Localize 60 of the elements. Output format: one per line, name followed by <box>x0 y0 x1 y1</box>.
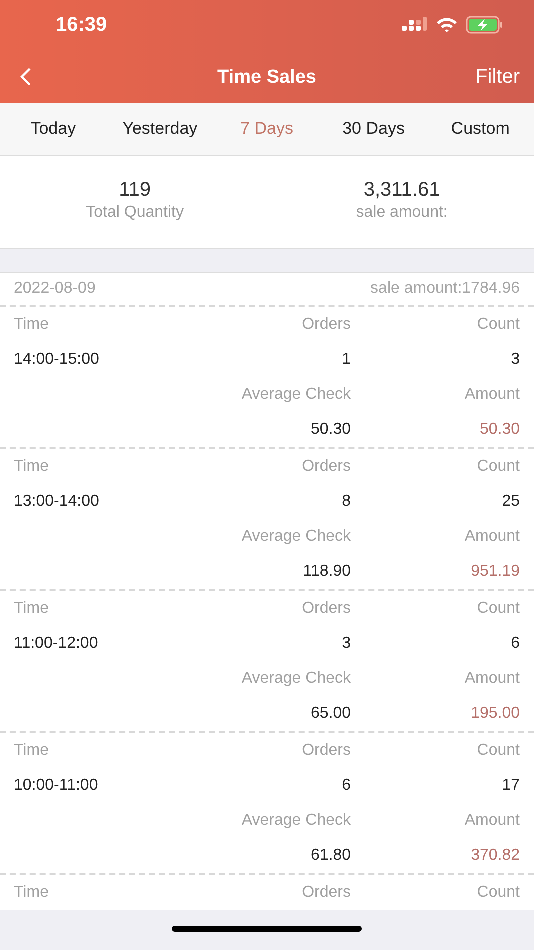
status-time: 16:39 <box>56 13 108 38</box>
column-label: Count <box>476 882 520 902</box>
table-cell-text: 11:00-12:00 <box>14 634 100 654</box>
table-cell-text: 3 <box>510 350 520 370</box>
column-label: Time <box>14 598 50 618</box>
table-cell-text: 6 <box>510 634 520 654</box>
column-label: Amount <box>464 810 520 830</box>
table-cell-text: 61.80 <box>310 846 351 866</box>
table-cell-text: 17 <box>501 776 520 796</box>
column-label: Orders <box>301 456 351 476</box>
back-icon[interactable] <box>20 66 32 86</box>
table-cell-text: 65.00 <box>310 704 351 724</box>
summary-value: 119 <box>118 179 152 201</box>
column-label: Orders <box>301 740 351 760</box>
column-label: Amount <box>464 526 520 546</box>
column-label: Orders <box>301 882 351 902</box>
day-total: sale amount:1784.96 <box>370 279 520 299</box>
date-label: 2022-08-09 <box>14 279 96 299</box>
summary-label: Total Quantity <box>85 203 185 223</box>
column-label: Orders <box>301 314 351 334</box>
filter-button[interactable]: Filter <box>476 62 520 92</box>
table-cell-text: 6 <box>341 776 351 796</box>
column-label: Amount <box>464 384 520 404</box>
table-cell-text: 50.30 <box>310 420 351 440</box>
column-label: Count <box>476 314 520 334</box>
column-label: Count <box>476 456 520 476</box>
column-label: Time <box>14 456 50 476</box>
column-label: Time <box>14 882 50 902</box>
column-label: Amount <box>464 668 520 688</box>
table-cell-text: 13:00-14:00 <box>14 492 100 512</box>
table-cell-text: 118.90 <box>302 562 351 582</box>
tab[interactable]: Today <box>0 116 107 142</box>
table-cell-text: 3 <box>341 634 351 654</box>
tab[interactable]: Custom <box>427 116 534 142</box>
column-label: Time <box>14 314 50 334</box>
table-cell-text: 8 <box>341 492 351 512</box>
summary-value: 3,311.61 <box>362 179 442 201</box>
column-label: Average Check <box>240 810 351 830</box>
amount-cell-text: 50.30 <box>478 420 520 440</box>
table-cell-text: 10:00-11:00 <box>14 776 100 796</box>
tab[interactable]: Yesterday <box>106 116 214 142</box>
table-cell-text: 25 <box>501 492 520 512</box>
amount-cell-text: 370.82 <box>470 846 520 866</box>
column-label: Average Check <box>240 384 351 404</box>
amount-cell-text: 195.00 <box>470 704 520 724</box>
table-cell-text: 1 <box>341 350 351 370</box>
column-label: Average Check <box>240 526 351 546</box>
signal-icon <box>402 17 428 33</box>
column-label: Count <box>476 598 520 618</box>
column-label: Orders <box>301 598 351 618</box>
wifi-icon <box>436 17 458 33</box>
column-label: Time <box>14 740 50 760</box>
summary-label: sale amount: <box>355 203 449 223</box>
battery-charging-icon <box>466 16 504 34</box>
column-label: Count <box>476 740 520 760</box>
page-title: Time Sales <box>218 67 316 88</box>
tab[interactable]: 30 Days <box>320 116 428 142</box>
column-label: Average Check <box>240 668 351 688</box>
amount-cell-text: 951.19 <box>470 562 520 582</box>
table-cell-text: 14:00-15:00 <box>14 350 100 370</box>
